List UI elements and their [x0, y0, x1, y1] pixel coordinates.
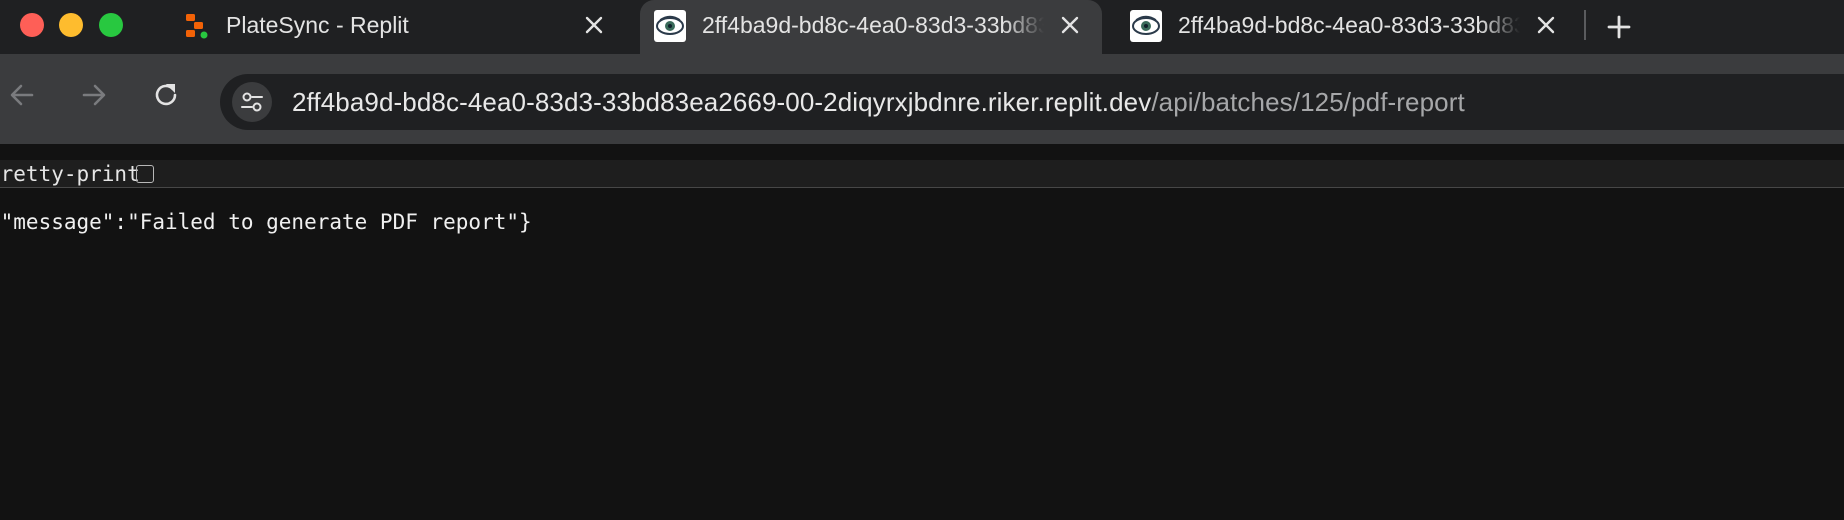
close-icon [585, 16, 603, 34]
tab-title: 2ff4ba9d-bd8c-4ea0-83d3-33bd83ea2669 [1178, 12, 1520, 38]
back-button[interactable] [0, 73, 44, 117]
tab-platesync-replit[interactable]: PlateSync - Replit [160, 0, 630, 54]
new-tab-button[interactable] [1600, 8, 1638, 46]
pretty-print-checkbox[interactable] [136, 165, 154, 183]
window-minimize-button[interactable] [59, 13, 83, 37]
plus-icon [1607, 15, 1631, 39]
replit-icon [186, 14, 208, 39]
site-info-button[interactable] [232, 82, 272, 122]
url-host: 2ff4ba9d-bd8c-4ea0-83d3-33bd83ea2669-00-… [292, 87, 1152, 117]
close-icon [1061, 16, 1079, 34]
tab-pdf-report[interactable]: 2ff4ba9d-bd8c-4ea0-83d3-33bd83ea2669 [1116, 0, 1576, 54]
tab-title: 2ff4ba9d-bd8c-4ea0-83d3-33bd83ea2669 [702, 12, 1044, 38]
tab-close-button[interactable] [1530, 9, 1562, 41]
tab-strip: PlateSync - Replit 2ff4ba9d-bd8c-4ea0-83… [0, 0, 1844, 54]
tab-close-button[interactable] [1054, 9, 1086, 41]
eye-logo-icon [1130, 10, 1162, 42]
url-text[interactable]: 2ff4ba9d-bd8c-4ea0-83d3-33bd83ea2669-00-… [292, 86, 1465, 118]
tab-title-fade [1480, 8, 1520, 44]
tab-pdf-report-active[interactable]: 2ff4ba9d-bd8c-4ea0-83d3-33bd83ea2669 [640, 0, 1102, 54]
window-maximize-button[interactable] [99, 13, 123, 37]
browser-toolbar: 2ff4ba9d-bd8c-4ea0-83d3-33bd83ea2669-00-… [0, 54, 1844, 144]
eye-logo-icon [654, 10, 686, 42]
tab-title: PlateSync - Replit [226, 12, 409, 38]
window-close-button[interactable] [20, 13, 44, 37]
pretty-print-bar: pretty-print [0, 160, 1844, 188]
tab-title-fade [1004, 8, 1044, 44]
reload-button[interactable] [144, 73, 188, 117]
close-icon [1537, 16, 1555, 34]
forward-button[interactable] [72, 73, 116, 117]
pretty-print-label: pretty-print [0, 162, 140, 186]
url-path: /api/batches/125/pdf-report [1151, 87, 1465, 117]
address-bar[interactable]: 2ff4ba9d-bd8c-4ea0-83d3-33bd83ea2669-00-… [220, 74, 1844, 130]
tab-close-button[interactable] [578, 9, 610, 41]
tune-icon [241, 92, 263, 112]
arrow-left-icon [10, 84, 34, 106]
json-response-text: {"message":"Failed to generate PDF repor… [0, 210, 532, 234]
arrow-right-icon [82, 84, 106, 106]
reload-icon [155, 84, 177, 106]
tab-divider [1584, 10, 1586, 40]
